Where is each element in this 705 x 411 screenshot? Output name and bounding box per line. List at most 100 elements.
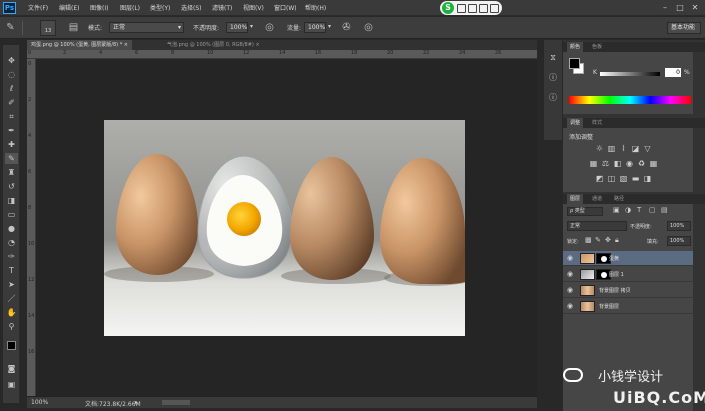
layer-opacity-input[interactable]: 100% [667, 221, 691, 231]
eye-icon[interactable]: ◉ [567, 271, 575, 278]
status-menu-icon[interactable]: ▸ [135, 399, 138, 406]
posterize-icon[interactable]: ◫ [607, 174, 616, 183]
tab-adjustments[interactable]: 调整 [567, 118, 584, 128]
properties-icon[interactable]: ⓘ [547, 72, 559, 84]
ime-keyboard-icon[interactable] [479, 4, 488, 13]
menu-window[interactable]: 窗口(W) [274, 3, 297, 12]
pen-tool-icon[interactable]: ✑ [5, 251, 18, 262]
hue-saturation-icon[interactable]: ▦ [589, 159, 598, 168]
menu-edit[interactable]: 编辑(E) [59, 3, 79, 12]
tab-eggs-doc[interactable]: 鸡蛋.png @ 100% (蛋黄, 图层蒙版/8) * × [27, 40, 132, 50]
healing-tool-icon[interactable]: ✚ [5, 139, 18, 150]
gradient-tool-icon[interactable]: ▭ [5, 209, 18, 220]
close-button[interactable]: ✕ [690, 3, 700, 12]
eye-icon[interactable]: ◉ [567, 303, 575, 310]
layer-filter-select[interactable]: ρ 类型 [567, 207, 603, 216]
blur-tool-icon[interactable]: ● [5, 223, 18, 234]
color-lookup-icon[interactable]: ▦ [649, 159, 658, 168]
tab-channels[interactable]: 通道 [589, 194, 605, 204]
mode-select[interactable]: 正常 ▾ [109, 22, 184, 33]
filter-pixel-icon[interactable]: ▣ [613, 206, 620, 214]
tab-paths[interactable]: 路径 [611, 194, 627, 204]
lasso-tool-icon[interactable]: ℓ [5, 83, 18, 94]
threshold-icon[interactable]: ▧ [619, 174, 628, 183]
flow-input[interactable]: 100% [304, 22, 326, 33]
filter-shape-icon[interactable]: ▢ [649, 206, 656, 214]
eraser-tool-icon[interactable]: ◨ [5, 195, 18, 206]
exposure-icon[interactable]: ◪ [631, 144, 640, 153]
layer-row[interactable]: ◉ 蛋黄 [563, 251, 693, 266]
pressure-opacity-icon[interactable]: ◎ [263, 21, 276, 34]
channel-mixer-icon[interactable]: ♻ [637, 159, 646, 168]
layer-row[interactable]: ◉ 背景图层 [563, 299, 693, 314]
menu-select[interactable]: 选择(S) [181, 3, 202, 12]
brush-panel-icon[interactable]: ▤ [67, 21, 80, 34]
levels-icon[interactable]: ▥ [607, 144, 616, 153]
quick-select-tool-icon[interactable]: ✐ [5, 97, 18, 108]
eye-icon[interactable]: ◉ [567, 255, 575, 262]
info-icon[interactable]: ⓘ [547, 92, 559, 104]
filter-smart-icon[interactable]: ▤ [661, 206, 668, 214]
document-image[interactable] [104, 120, 465, 336]
eye-icon[interactable]: ◉ [567, 287, 575, 294]
hand-tool-icon[interactable]: ✋ [5, 307, 18, 318]
lock-pixels-icon[interactable]: ▩ [585, 236, 592, 244]
airbrush-icon[interactable]: ✇ [340, 21, 353, 34]
quick-mask-icon[interactable]: ◙ [5, 363, 18, 374]
lock-position-icon[interactable]: ✥ [605, 236, 611, 244]
screen-mode-icon[interactable]: ▣ [5, 379, 18, 390]
color-spectrum-bar[interactable] [569, 96, 691, 104]
black-white-icon[interactable]: ◧ [613, 159, 622, 168]
history-icon[interactable]: ⧖ [547, 52, 559, 64]
filter-type-icon[interactable]: T [637, 206, 641, 214]
menu-view[interactable]: 视图(V) [243, 3, 264, 12]
menu-filter[interactable]: 滤镜(T) [212, 3, 232, 12]
gradient-map-icon[interactable]: ▬ [631, 174, 640, 183]
menu-image[interactable]: 图像(I) [90, 3, 108, 12]
sogou-ime-bar[interactable]: S [440, 1, 502, 15]
horizontal-scrollbar[interactable] [162, 400, 190, 405]
tab-swatches[interactable]: 色板 [589, 42, 605, 52]
tab-color[interactable]: 颜色 [567, 42, 584, 52]
lock-paint-icon[interactable]: ✎ [595, 236, 601, 244]
menu-layer[interactable]: 图层(L) [120, 3, 140, 12]
foreground-color-swatch[interactable] [569, 58, 580, 69]
menu-type[interactable]: 类型(Y) [150, 3, 170, 12]
photo-filter-icon[interactable]: ◉ [625, 159, 634, 168]
brush-tool-icon[interactable]: ✎ [5, 153, 18, 164]
canvas-area[interactable] [36, 59, 537, 396]
path-select-tool-icon[interactable]: ➤ [5, 279, 18, 290]
chevron-down-icon[interactable]: ▾ [328, 23, 331, 30]
brightness-icon[interactable]: ☼ [595, 144, 604, 153]
stamp-tool-icon[interactable]: ♜ [5, 167, 18, 178]
ime-settings-icon[interactable] [490, 4, 499, 13]
dodge-tool-icon[interactable]: ◔ [5, 237, 18, 248]
maximize-button[interactable]: □ [675, 3, 685, 12]
eyedropper-tool-icon[interactable]: ✒ [5, 125, 18, 136]
pressure-size-icon[interactable]: ◎ [362, 21, 375, 34]
brush-preset-icon[interactable]: ✎ [4, 21, 17, 34]
zoom-level[interactable]: 100% [31, 399, 48, 406]
minimize-button[interactable]: – [660, 3, 670, 12]
selective-color-icon[interactable]: ◨ [643, 174, 652, 183]
invert-icon[interactable]: ◩ [595, 174, 604, 183]
blend-mode-select[interactable]: 正常 [567, 221, 627, 231]
ime-punct-icon[interactable] [468, 4, 477, 13]
shape-tool-icon[interactable]: ／ [5, 293, 18, 304]
layer-row[interactable]: ◉ 图层 1 [563, 267, 693, 282]
workspace-select[interactable]: 基本功能 [667, 22, 701, 34]
ime-mode-icon[interactable] [457, 4, 466, 13]
color-balance-icon[interactable]: ⚖ [601, 159, 610, 168]
crop-tool-icon[interactable]: ⌗ [5, 111, 18, 122]
brush-size-picker[interactable]: 13 [40, 20, 56, 36]
foreground-color-swatch[interactable] [7, 341, 16, 350]
layer-row[interactable]: ◉ 背景图层 拷贝 [563, 283, 693, 298]
k-slider[interactable] [600, 72, 660, 76]
zoom-tool-icon[interactable]: ⚲ [5, 321, 18, 332]
tab-layers[interactable]: 图层 [567, 194, 584, 204]
vibrance-icon[interactable]: ▽ [643, 144, 652, 153]
chevron-down-icon[interactable]: ▾ [250, 23, 253, 30]
curves-icon[interactable]: ⌇ [619, 144, 628, 153]
type-tool-icon[interactable]: T [5, 265, 18, 276]
history-brush-icon[interactable]: ↺ [5, 181, 18, 192]
